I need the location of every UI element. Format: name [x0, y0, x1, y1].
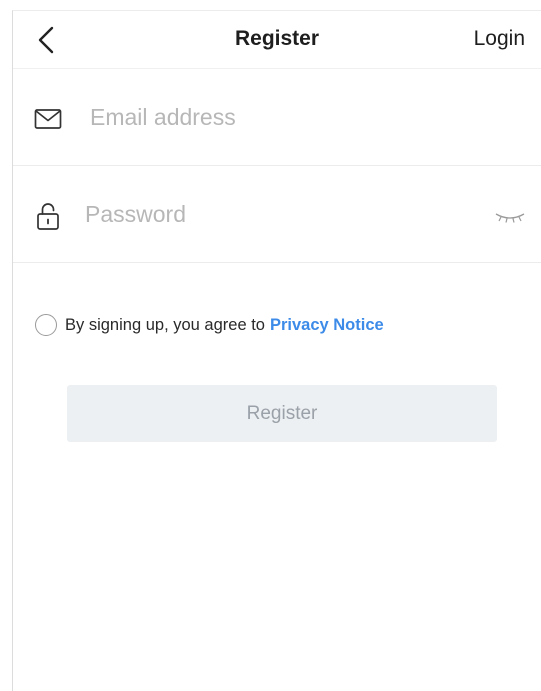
page-title: Register [234, 27, 320, 50]
envelope-icon [33, 104, 63, 134]
register-button[interactable]: Register [67, 385, 497, 442]
register-screen: Register Login Email address By signing … [12, 10, 541, 691]
chevron-left-icon [38, 26, 54, 54]
eye-closed-icon[interactable] [493, 210, 527, 224]
agreement-checkbox[interactable] [35, 314, 57, 336]
login-link[interactable]: Login [474, 27, 525, 51]
privacy-notice-link[interactable]: Privacy Notice [270, 316, 384, 335]
email-field-row [13, 69, 541, 166]
password-field-row [13, 166, 541, 263]
back-button[interactable] [31, 23, 61, 57]
password-input[interactable] [85, 194, 485, 234]
lock-icon [33, 201, 63, 231]
agreement-text: By signing up, you agree to [65, 315, 265, 334]
agreement-row: By signing up, you agree to Privacy Noti… [35, 311, 384, 339]
email-input[interactable] [90, 97, 510, 137]
navigation-bar: Register Login [13, 11, 541, 69]
